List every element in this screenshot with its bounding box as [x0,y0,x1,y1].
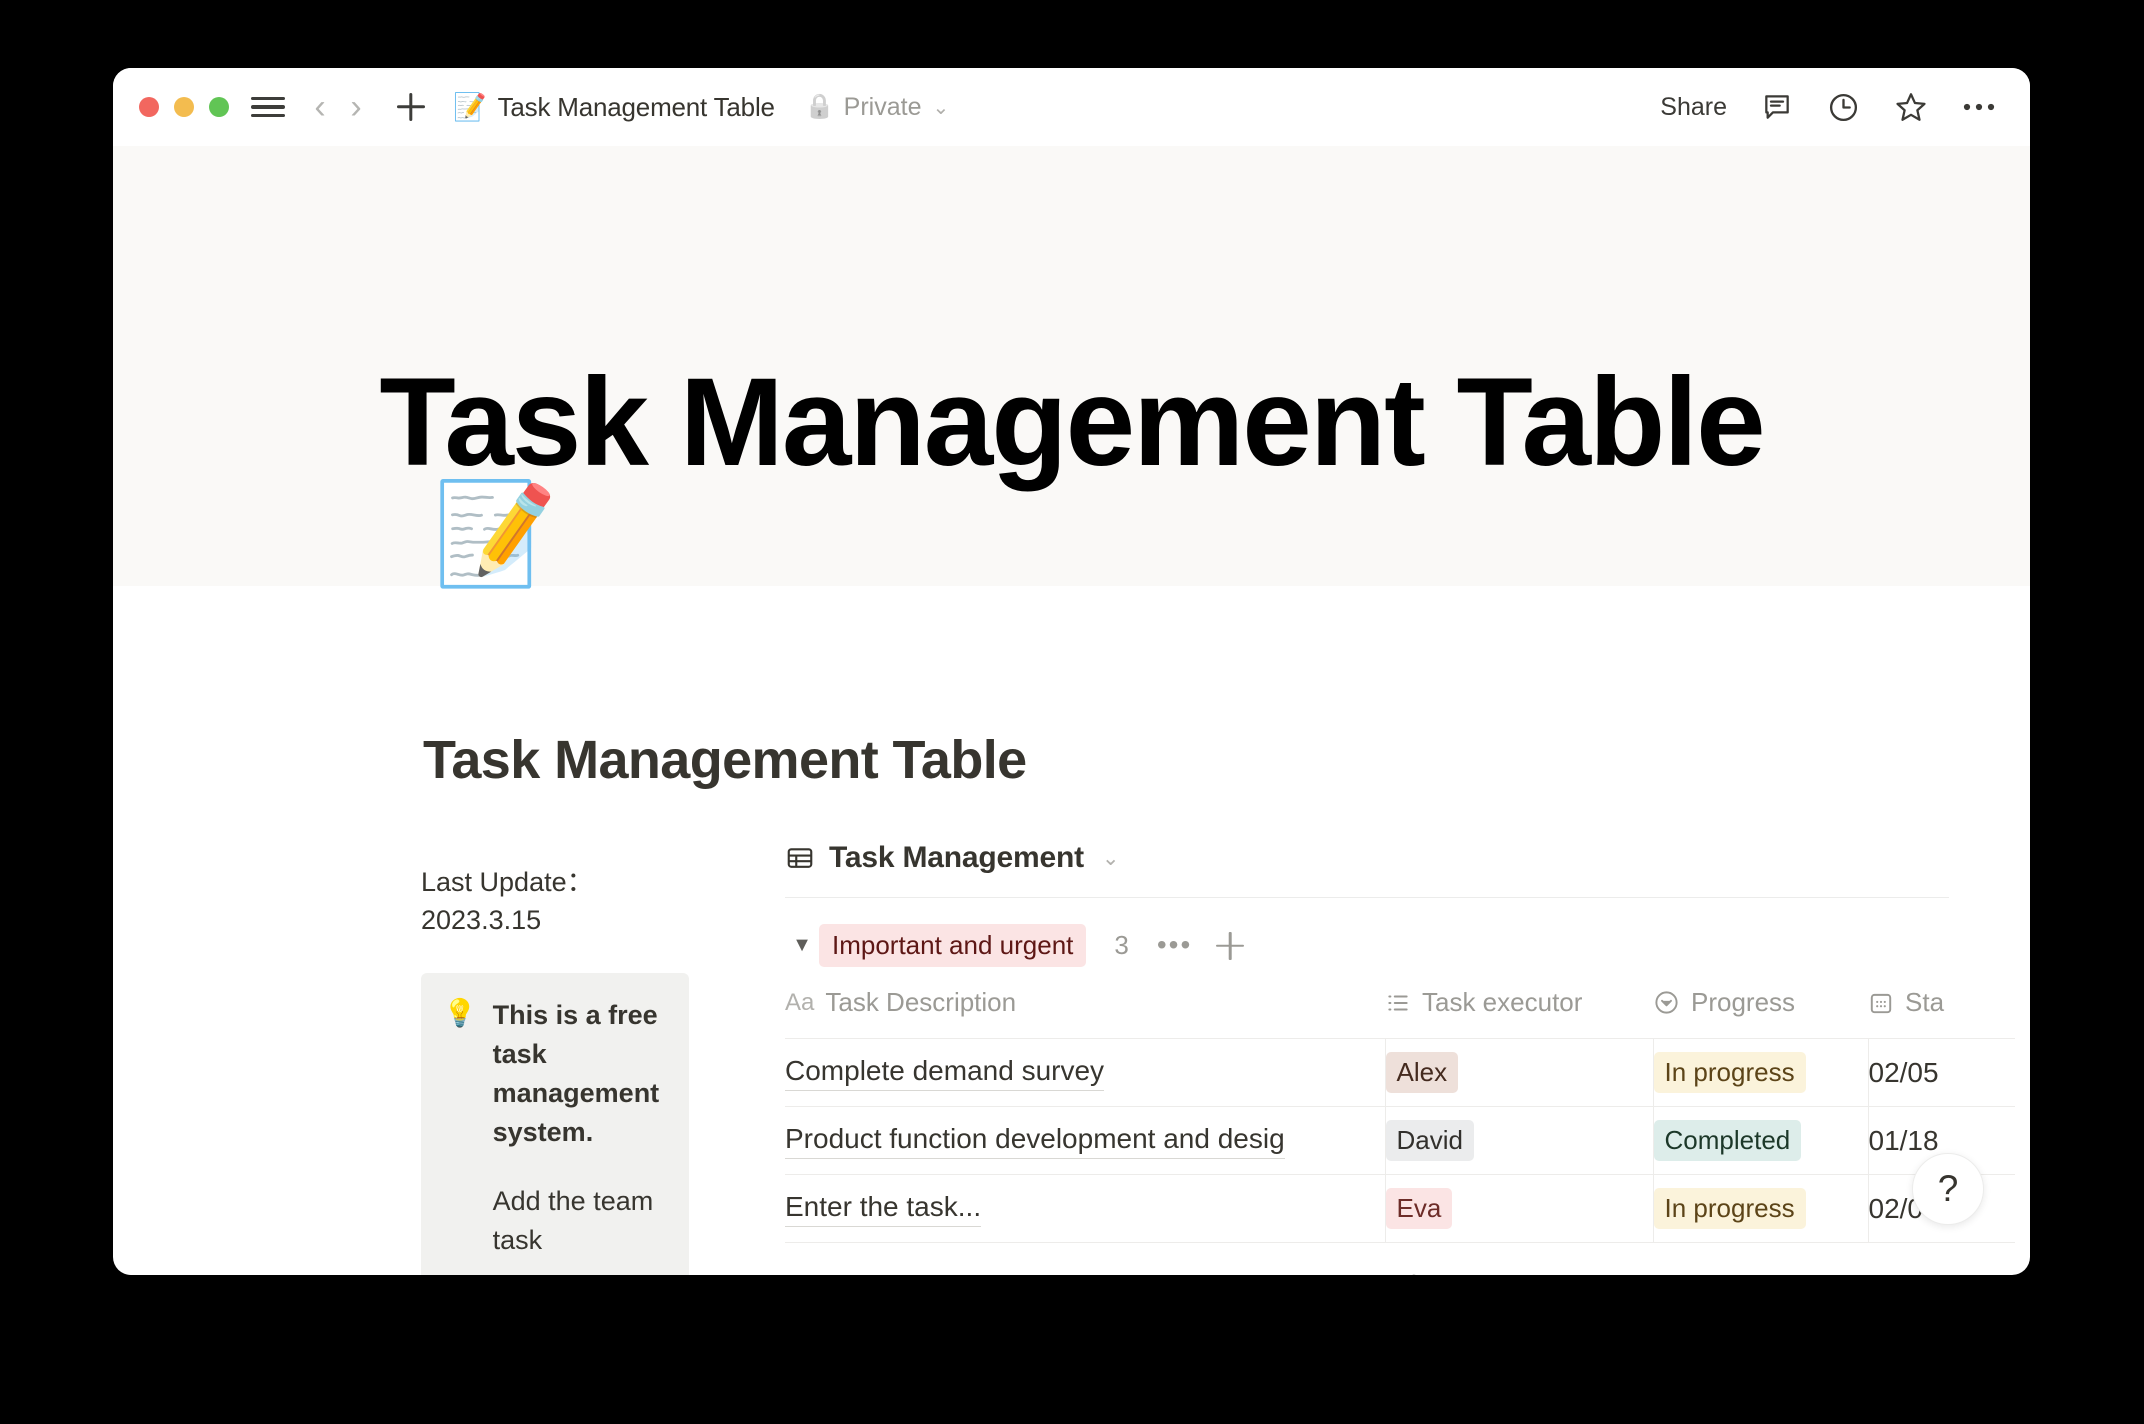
executor-tag: Alex [1386,1052,1459,1093]
cell-progress[interactable]: In progress [1653,1039,1868,1107]
titlebar: ‹ › 📝 Task Management Table 🔒 Private ⌄ … [113,68,2030,146]
ellipsis-icon[interactable] [1962,102,1996,112]
table-row[interactable]: Complete demand survey Alex In progress … [785,1039,2015,1107]
cover-title: Task Management Table [113,360,2030,485]
select-icon [1653,989,1680,1016]
new-page-icon[interactable] [393,89,429,125]
progress-tag: In progress [1654,1188,1806,1229]
minimize-button[interactable] [174,97,194,117]
column-header-progress[interactable]: Progress [1653,987,1868,1039]
chevron-down-icon: ⌄ [1102,846,1120,871]
privacy-label: Private [844,93,922,122]
table-footer-count[interactable]: Count 3 [785,1243,1949,1275]
database-view-header[interactable]: Task Management ⌄ [785,841,1949,898]
collapse-group-icon[interactable]: ▼ [785,934,819,957]
multi-select-icon [1385,990,1411,1016]
page-emoji-icon: 📝 [453,94,487,121]
back-icon[interactable]: ‹ [307,90,333,124]
lock-icon: 🔒 [805,95,835,119]
titlebar-actions: Share [1660,90,1996,124]
cell-description[interactable]: Complete demand survey [785,1039,1385,1107]
date-icon [1868,990,1894,1016]
column-label: Task executor [1422,987,1582,1018]
comment-icon[interactable] [1761,91,1793,123]
progress-tag: In progress [1654,1052,1806,1093]
column-header-executor[interactable]: Task executor [1385,987,1653,1039]
callout-line-2: Add the team task [493,1182,667,1260]
task-description-text: Product function development and desig [785,1123,1285,1159]
column-header-start-date[interactable]: Sta [1868,987,2015,1039]
table-header-row: Aa Task Description [785,987,2015,1039]
executor-tag: Eva [1386,1188,1453,1229]
cell-executor[interactable]: David [1385,1107,1653,1175]
last-update-value: 2023.3.15 [421,905,541,935]
window-controls [139,97,229,117]
close-button[interactable] [139,97,159,117]
forward-icon[interactable]: › [343,90,369,124]
cell-executor[interactable]: Eva [1385,1175,1653,1243]
start-date-text: 01/18 [1869,1125,1939,1156]
title-text-icon: Aa [785,989,814,1017]
cell-executor[interactable]: Alex [1385,1039,1653,1107]
task-table: Aa Task Description [785,987,2015,1243]
group-add-row-icon[interactable] [1214,930,1246,962]
page-title[interactable]: Task Management Table [423,729,1027,791]
group-header-row: ▼ Important and urgent 3 ••• [785,898,2030,987]
privacy-selector[interactable]: 🔒 Private ⌄ [805,93,949,122]
page-content: Task Management Table Last Update： 2023.… [113,586,2030,1275]
count-value: 3 [1406,1269,1422,1275]
page-icon-memo-icon[interactable]: 📝 [433,484,558,584]
callout-block[interactable]: 💡 This is a free task management system.… [421,973,689,1275]
cell-progress[interactable]: In progress [1653,1175,1868,1243]
breadcrumb-page-title[interactable]: Task Management Table [498,92,775,123]
executor-tag: David [1386,1120,1474,1161]
group-count: 3 [1114,930,1128,961]
page-cover: Task Management Table [113,146,2030,586]
callout-line-1: This is a free task management system. [493,996,667,1153]
column-label: Sta [1905,987,1944,1018]
maximize-button[interactable] [209,97,229,117]
progress-tag: Completed [1654,1120,1802,1161]
last-update-label: Last Update： [421,867,594,897]
callout-text: This is a free task management system. A… [493,996,667,1273]
cell-description[interactable]: Enter the task... [785,1175,1385,1243]
group-ellipsis-icon[interactable]: ••• [1157,937,1192,954]
group-badge[interactable]: Important and urgent [819,924,1086,967]
lightbulb-icon: 💡 [443,996,477,1273]
column-label: Task Description [825,987,1016,1018]
chevron-down-icon: ⌄ [932,95,949,120]
last-update-block: Last Update： 2023.3.15 [421,863,689,940]
cell-start-date[interactable]: 02/05 [1868,1039,2015,1107]
task-description-text: Complete demand survey [785,1055,1104,1091]
start-date-text: 02/05 [1869,1057,1939,1088]
clock-icon[interactable] [1827,91,1860,124]
count-label: Count [1312,1273,1395,1275]
cell-description[interactable]: Product function development and desig [785,1107,1385,1175]
sidebar-column: Last Update： 2023.3.15 💡 This is a free … [421,863,689,1275]
database-block: Task Management ⌄ ▼ Important and urgent… [785,841,2030,1275]
callout-spacer [493,1152,667,1182]
column-label: Progress [1691,987,1795,1018]
table-icon [785,843,815,873]
help-button[interactable]: ? [1912,1153,1984,1225]
table-row[interactable]: Product function development and desig D… [785,1107,2015,1175]
hamburger-icon[interactable] [251,92,285,123]
star-icon[interactable] [1894,90,1928,124]
app-window: ‹ › 📝 Task Management Table 🔒 Private ⌄ … [113,68,2030,1275]
share-button[interactable]: Share [1660,93,1727,122]
table-row[interactable]: Enter the task... Eva In progress 02/04 [785,1175,2015,1243]
cell-progress[interactable]: Completed [1653,1107,1868,1175]
task-description-text: Enter the task... [785,1191,981,1227]
column-header-description[interactable]: Aa Task Description [785,987,1385,1039]
database-view-name: Task Management [829,841,1084,875]
